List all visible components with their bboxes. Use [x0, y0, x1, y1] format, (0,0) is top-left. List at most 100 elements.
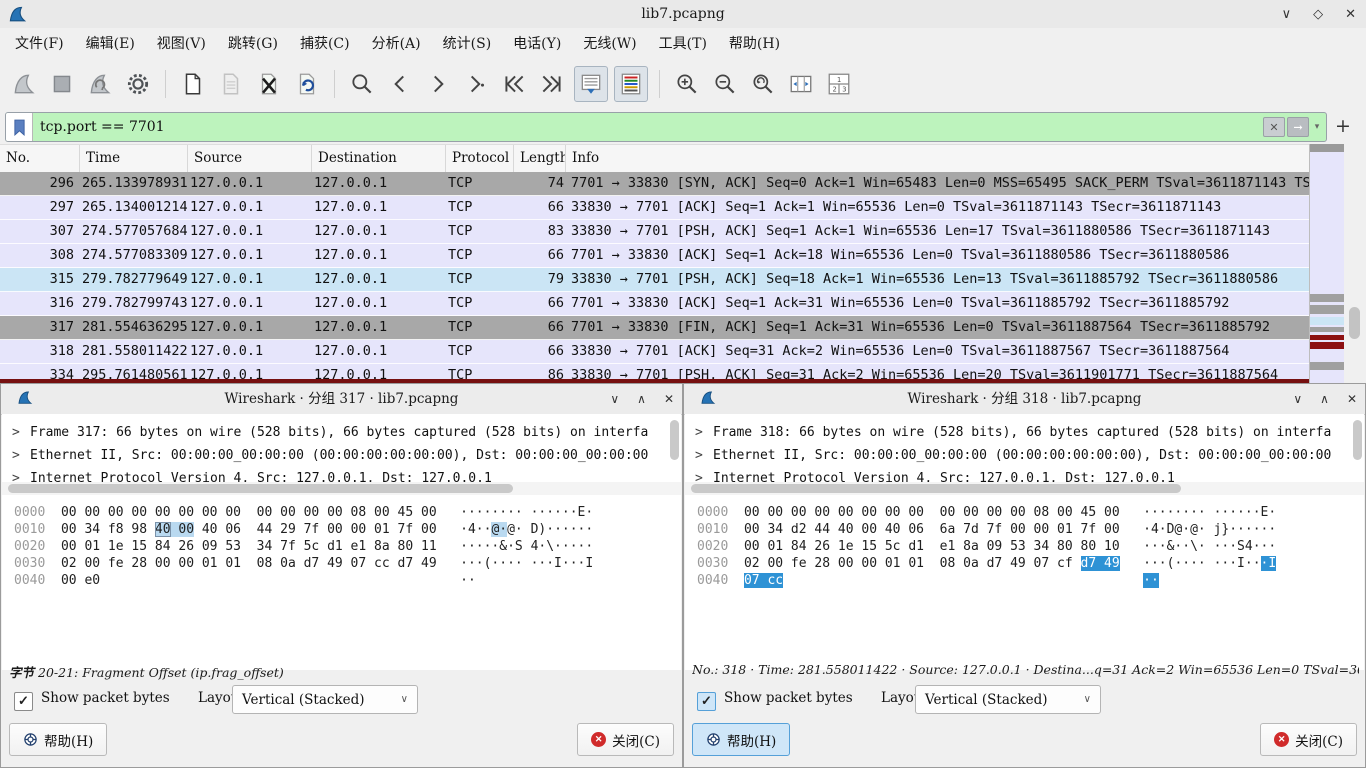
zoom-out-icon[interactable] [709, 67, 741, 101]
filter-apply-icon[interactable]: → [1287, 117, 1309, 137]
packet-row-316[interactable]: 316279.782799743127.0.0.1127.0.0.1TCP667… [0, 292, 1310, 316]
menu-item-10[interactable]: 帮助(H) [718, 28, 791, 60]
column-header-destination[interactable]: Destination [312, 145, 446, 173]
packet-row-318[interactable]: 318281.558011422127.0.0.1127.0.0.1TCP663… [0, 340, 1310, 364]
close-file-icon[interactable] [253, 67, 285, 101]
reload-file-icon[interactable] [291, 67, 323, 101]
scrollbar-thumb[interactable] [1349, 307, 1360, 339]
hscrollbar-thumb[interactable] [691, 484, 1181, 493]
open-file-icon[interactable] [177, 67, 209, 101]
hex-line-4[interactable]: 0040 07 cc ·· [697, 573, 1364, 590]
menu-item-6[interactable]: 统计(S) [432, 28, 503, 60]
minimize-icon[interactable]: ∨ [610, 392, 619, 406]
find-packet-icon[interactable] [346, 67, 378, 101]
first-packet-icon[interactable] [498, 67, 530, 101]
capture-options-icon[interactable] [122, 67, 154, 101]
colorize-icon[interactable] [614, 66, 648, 102]
tree-line-1[interactable]: >Ethernet II, Src: 00:00:00_00:00:00 (00… [12, 445, 681, 468]
filter-add-button[interactable]: + [1330, 112, 1356, 140]
packet-318-titlebar[interactable]: Wireshark · 分组 318 · lib7.pcapng ∨ ∧ ✕ [684, 384, 1365, 415]
resize-columns-icon[interactable] [785, 67, 817, 101]
hex-line-0[interactable]: 0000 00 00 00 00 00 00 00 00 00 00 00 00… [14, 505, 681, 522]
tree-line-0[interactable]: >Frame 317: 66 bytes on wire (528 bits),… [12, 422, 681, 445]
tree-hscrollbar[interactable] [2, 482, 681, 495]
last-packet-icon[interactable] [536, 67, 568, 101]
tree-hscrollbar[interactable] [685, 482, 1364, 495]
layout-select[interactable]: Vertical (Stacked) ∨ [232, 685, 418, 714]
go-forward-icon[interactable] [422, 67, 454, 101]
filter-clear-icon[interactable]: ✕ [1263, 117, 1285, 137]
column-header-time[interactable]: Time [80, 145, 188, 173]
packet-list-scrollbar[interactable] [1344, 144, 1366, 383]
packet-list-header[interactable]: No.TimeSourceDestinationProtocolLengthIn… [0, 144, 1310, 174]
tree-scrollbar-thumb[interactable] [670, 420, 679, 460]
packet-row-307[interactable]: 307274.577057684127.0.0.1127.0.0.1TCP833… [0, 220, 1310, 244]
filter-bookmark-icon[interactable] [6, 113, 33, 141]
help-button[interactable]: 帮助(H) [9, 723, 107, 756]
hex-line-1[interactable]: 0010 00 34 d2 44 40 00 40 06 6a 7d 7f 00… [697, 522, 1364, 539]
hscrollbar-thumb[interactable] [8, 484, 513, 493]
packet-row-317[interactable]: 317281.554636295127.0.0.1127.0.0.1TCP667… [0, 316, 1310, 340]
menu-item-1[interactable]: 编辑(E) [75, 28, 146, 60]
packet-row-334[interactable]: 334295.761480561127.0.0.1127.0.0.1TCP863… [0, 364, 1310, 379]
packet-bytes-pane[interactable]: 0000 00 00 00 00 00 00 00 00 00 00 00 00… [2, 495, 681, 670]
column-header-length[interactable]: Length [514, 145, 566, 173]
packet-detail-tree[interactable]: >Frame 317: 66 bytes on wire (528 bits),… [2, 414, 681, 490]
hex-line-0[interactable]: 0000 00 00 00 00 00 00 00 00 00 00 00 00… [697, 505, 1364, 522]
expander-icon[interactable]: > [12, 445, 30, 467]
menu-item-7[interactable]: 电话(Y) [502, 28, 572, 60]
hex-line-3[interactable]: 0030 02 00 fe 28 00 00 01 01 08 0a d7 49… [14, 556, 681, 573]
maximize-icon[interactable]: ◇ [1313, 7, 1323, 22]
menu-item-0[interactable]: 文件(F) [4, 28, 75, 60]
menu-item-4[interactable]: 捕获(C) [289, 28, 361, 60]
restart-capture-icon[interactable] [84, 67, 116, 101]
zoom-reset-icon[interactable] [747, 67, 779, 101]
column-header-info[interactable]: Info [566, 145, 1310, 173]
display-filter-input[interactable]: tcp.port == 7701 [33, 113, 1263, 141]
packet-row-315[interactable]: 315279.782779649127.0.0.1127.0.0.1TCP793… [0, 268, 1310, 292]
close-icon[interactable]: ✕ [664, 392, 674, 406]
packet-row-296[interactable]: 296265.133978931127.0.0.1127.0.0.1TCP747… [0, 172, 1310, 196]
hex-line-2[interactable]: 0020 00 01 1e 15 84 26 09 53 34 7f 5c d1… [14, 539, 681, 556]
help-button[interactable]: 帮助(H) [692, 723, 790, 756]
zoom-in-icon[interactable] [671, 67, 703, 101]
menu-item-5[interactable]: 分析(A) [361, 28, 432, 60]
column-header-source[interactable]: Source [188, 145, 312, 173]
display-filter-field[interactable]: tcp.port == 7701 ✕ → ▾ [5, 112, 1327, 142]
hex-line-1[interactable]: 0010 00 34 f8 98 40 00 40 06 44 29 7f 00… [14, 522, 681, 539]
minimize-icon[interactable]: ∨ [1293, 392, 1302, 406]
start-capture-icon[interactable] [8, 67, 40, 101]
stop-capture-icon[interactable] [46, 67, 78, 101]
packet-bytes-pane[interactable]: 0000 00 00 00 00 00 00 00 00 00 00 00 00… [685, 495, 1364, 670]
packet-detail-tree[interactable]: >Frame 318: 66 bytes on wire (528 bits),… [685, 414, 1364, 490]
hex-line-3[interactable]: 0030 02 00 fe 28 00 00 01 01 08 0a d7 49… [697, 556, 1364, 573]
tree-line-0[interactable]: >Frame 318: 66 bytes on wire (528 bits),… [695, 422, 1364, 445]
menu-item-2[interactable]: 视图(V) [146, 28, 217, 60]
menu-item-8[interactable]: 无线(W) [572, 28, 647, 60]
hex-line-2[interactable]: 0020 00 01 84 26 1e 15 5c d1 e1 8a 09 53… [697, 539, 1364, 556]
intelligent-scrollbar-minimap[interactable] [1309, 144, 1345, 383]
tree-line-1[interactable]: >Ethernet II, Src: 00:00:00_00:00:00 (00… [695, 445, 1364, 468]
hex-line-4[interactable]: 0040 00 e0 ·· [14, 573, 681, 590]
expander-icon[interactable]: > [695, 422, 713, 444]
shade-icon[interactable]: ∧ [637, 392, 646, 406]
show-packet-bytes-checkbox[interactable]: ✓ [697, 692, 716, 711]
go-back-icon[interactable] [384, 67, 416, 101]
show-packet-bytes-checkbox[interactable]: ✓ [14, 692, 33, 711]
close-icon[interactable]: ✕ [1347, 392, 1357, 406]
column-header-protocol[interactable]: Protocol [446, 145, 514, 173]
close-icon[interactable]: ✕ [1345, 7, 1356, 22]
packet-317-titlebar[interactable]: Wireshark · 分组 317 · lib7.pcapng ∨ ∧ ✕ [1, 384, 682, 415]
menu-item-9[interactable]: 工具(T) [648, 28, 718, 60]
shade-icon[interactable]: ∧ [1320, 392, 1329, 406]
minimize-icon[interactable]: ∨ [1282, 7, 1292, 22]
packet-row-297[interactable]: 297265.134001214127.0.0.1127.0.0.1TCP663… [0, 196, 1310, 220]
expander-icon[interactable]: > [12, 422, 30, 444]
layout-select[interactable]: Vertical (Stacked) ∨ [915, 685, 1101, 714]
filter-dropdown-caret-icon[interactable]: ▾ [1311, 113, 1323, 141]
expander-icon[interactable]: > [695, 445, 713, 467]
go-to-packet-icon[interactable] [460, 67, 492, 101]
menu-item-3[interactable]: 跳转(G) [217, 28, 289, 60]
packet-row-308[interactable]: 308274.577083309127.0.0.1127.0.0.1TCP667… [0, 244, 1310, 268]
close-button[interactable]: ✕ 关闭(C) [1260, 723, 1357, 756]
